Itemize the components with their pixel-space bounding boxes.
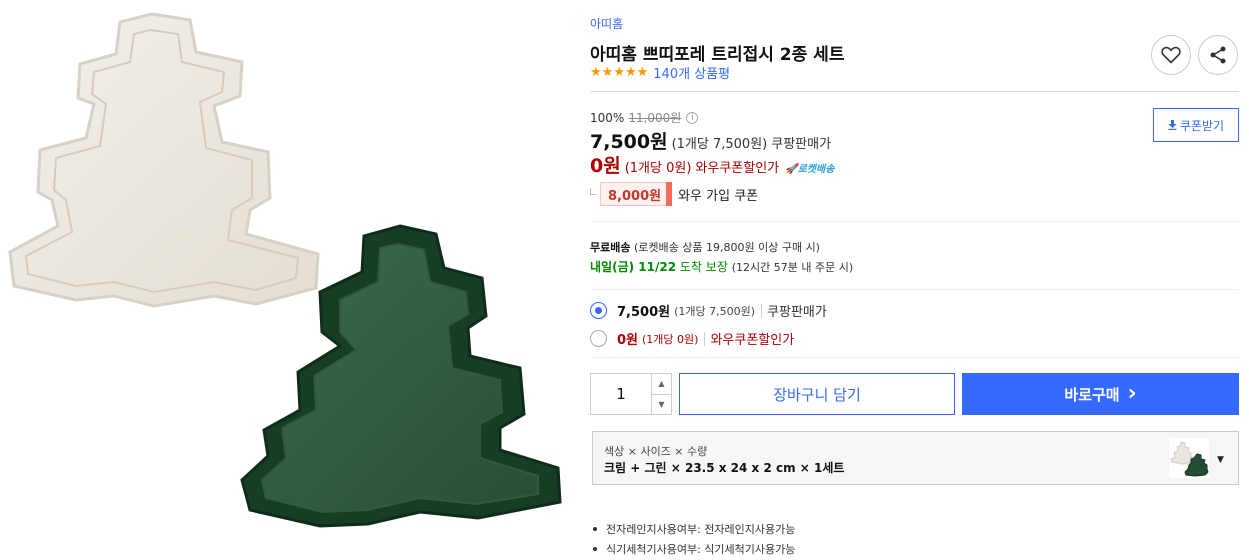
favorite-button[interactable] (1151, 35, 1191, 75)
original-price: 11,000원 (628, 111, 682, 125)
quantity-increase-button[interactable]: ▲ (652, 374, 671, 395)
option-unit-price: (1개당 7,500원) (674, 304, 756, 318)
brand-link[interactable]: 아띠홈 (590, 15, 623, 32)
rocket-icon: 🚀 (785, 164, 798, 175)
unit-price: (1개당 7,500원) (671, 137, 768, 152)
star-icon: ★ (590, 64, 602, 80)
tree-connector (590, 187, 596, 195)
buy-now-button[interactable]: 바로구매 › (962, 373, 1239, 415)
section-divider (590, 357, 1239, 358)
arrival-note: (12시간 57분 내 주문 시) (731, 261, 854, 274)
price-option-sale[interactable]: 7,500원 (1개당 7,500원) 쿠팡판매가 (590, 301, 827, 320)
option-selector[interactable]: 색상 × 사이즈 × 수량 크림 + 그린 × 23.5 x 24 x 2 cm… (592, 431, 1239, 485)
chevron-down-icon: ▼ (658, 399, 665, 409)
option-amount: 0원 (617, 333, 639, 348)
option-thumbnail (1169, 438, 1209, 478)
chevron-up-icon: ▲ (658, 379, 665, 389)
star-icon: ★ (601, 64, 614, 80)
arrival-info: 내일(금) 11/22 도착 보장 (12시간 57분 내 주문 시) (590, 258, 853, 275)
section-divider (590, 289, 1239, 290)
shipping-info: 무료배송 (로켓배송 상품 19,800원 이상 구매 시) (590, 239, 820, 255)
spec-list: 전자레인지사용여부: 전자레인지사용가능 식기세척기사용여부: 식기세척기사용가… (593, 519, 795, 559)
section-divider (590, 91, 1239, 92)
option-header: 색상 × 사이즈 × 수량 (604, 445, 708, 458)
product-title: 아띠홈 쁘띠포레 트리접시 2종 세트 (590, 45, 845, 65)
quantity-arrows: ▲ ▼ (651, 374, 671, 414)
coupon-label: 와우 가입 쿠폰 (678, 188, 759, 204)
arrival-guarantee: 도착 보장 (679, 260, 728, 274)
quantity-stepper: ▲ ▼ (590, 373, 672, 415)
quantity-input[interactable] (591, 374, 651, 414)
heart-icon (1161, 46, 1181, 64)
product-image (0, 0, 580, 560)
rocket-delivery-badge: 🚀로켓배송 (785, 160, 834, 175)
discount-line: 100% 11,000원 i (590, 109, 699, 126)
rocket-label: 로켓배송 (797, 164, 835, 175)
wow-price: 0원 (590, 155, 621, 177)
option-unit-price: (1개당 0원) (642, 332, 699, 346)
option-separator (704, 331, 706, 346)
shipping-condition: (로켓배송 상품 19,800원 이상 구매 시) (633, 241, 820, 254)
arrival-date: 내일(금) 11/22 (590, 260, 677, 274)
plate-thumbnail-icon (1170, 441, 1209, 477)
wow-price-label: 와우쿠폰할인가 (695, 161, 780, 176)
free-shipping-label: 무료배송 (590, 241, 631, 254)
cream-tree-plate (8, 12, 320, 308)
info-icon[interactable]: i (686, 111, 699, 124)
product-info-panel: 아띠홈 아띠홈 쁘띠포레 트리접시 2종 세트 ★ ★ ★ ★ ★ 140개 상… (590, 0, 1240, 560)
option-amount: 7,500원 (617, 305, 671, 320)
spec-item: 전자레인지사용여부: 전자레인지사용가능 (593, 519, 795, 539)
sale-price-label: 쿠팡판매가 (771, 137, 832, 152)
download-coupon-button[interactable]: 쿠폰받기 (1153, 108, 1239, 142)
wow-unit-price: (1개당 0원) (624, 161, 692, 176)
sale-price: 7,500원 (590, 131, 668, 153)
section-divider (590, 221, 1239, 222)
caret-down-icon: ▼ (1217, 455, 1224, 465)
radio-button[interactable] (590, 330, 607, 347)
star-icon: ★ (613, 64, 625, 80)
option-label: 와우쿠폰할인가 (710, 333, 795, 348)
star-icon: ★ (624, 64, 637, 80)
star-icon: ★ (636, 64, 649, 80)
discount-rate: 100% (590, 110, 625, 125)
plate-illustration (8, 12, 562, 528)
sale-price-row: 7,500원 (1개당 7,500원) 쿠팡판매가 (590, 127, 831, 154)
radio-button[interactable] (590, 302, 607, 319)
wow-coupon-row: 8,000원 와우 가입 쿠폰 (590, 182, 758, 206)
option-value: 크림 + 그린 × 23.5 x 24 x 2 cm × 1세트 (604, 461, 845, 475)
option-separator (761, 303, 763, 318)
price-option-wow[interactable]: 0원 (1개당 0원) 와우쿠폰할인가 (590, 329, 794, 348)
buy-now-label: 바로구매 (1064, 385, 1120, 404)
chevron-right-icon: › (1127, 381, 1137, 406)
coupon-button-label: 쿠폰받기 (1179, 118, 1225, 133)
download-icon (1168, 120, 1177, 130)
option-label: 쿠팡판매가 (767, 305, 827, 320)
review-count-link[interactable]: 140개 상품평 (653, 63, 730, 82)
coupon-amount-tag[interactable]: 8,000원 (600, 182, 673, 206)
rating-stars: ★ ★ ★ ★ ★ (590, 64, 649, 80)
quantity-decrease-button[interactable]: ▼ (652, 395, 671, 415)
spec-item: 식기세척기사용여부: 식기세척기사용가능 (593, 539, 795, 559)
add-to-cart-button[interactable]: 장바구니 담기 (679, 373, 955, 415)
share-button[interactable] (1198, 35, 1238, 75)
share-icon (1210, 46, 1226, 64)
rating-row: ★ ★ ★ ★ ★ 140개 상품평 (590, 63, 730, 82)
wow-price-row: 0원 (1개당 0원) 와우쿠폰할인가 🚀로켓배송 (590, 151, 834, 178)
